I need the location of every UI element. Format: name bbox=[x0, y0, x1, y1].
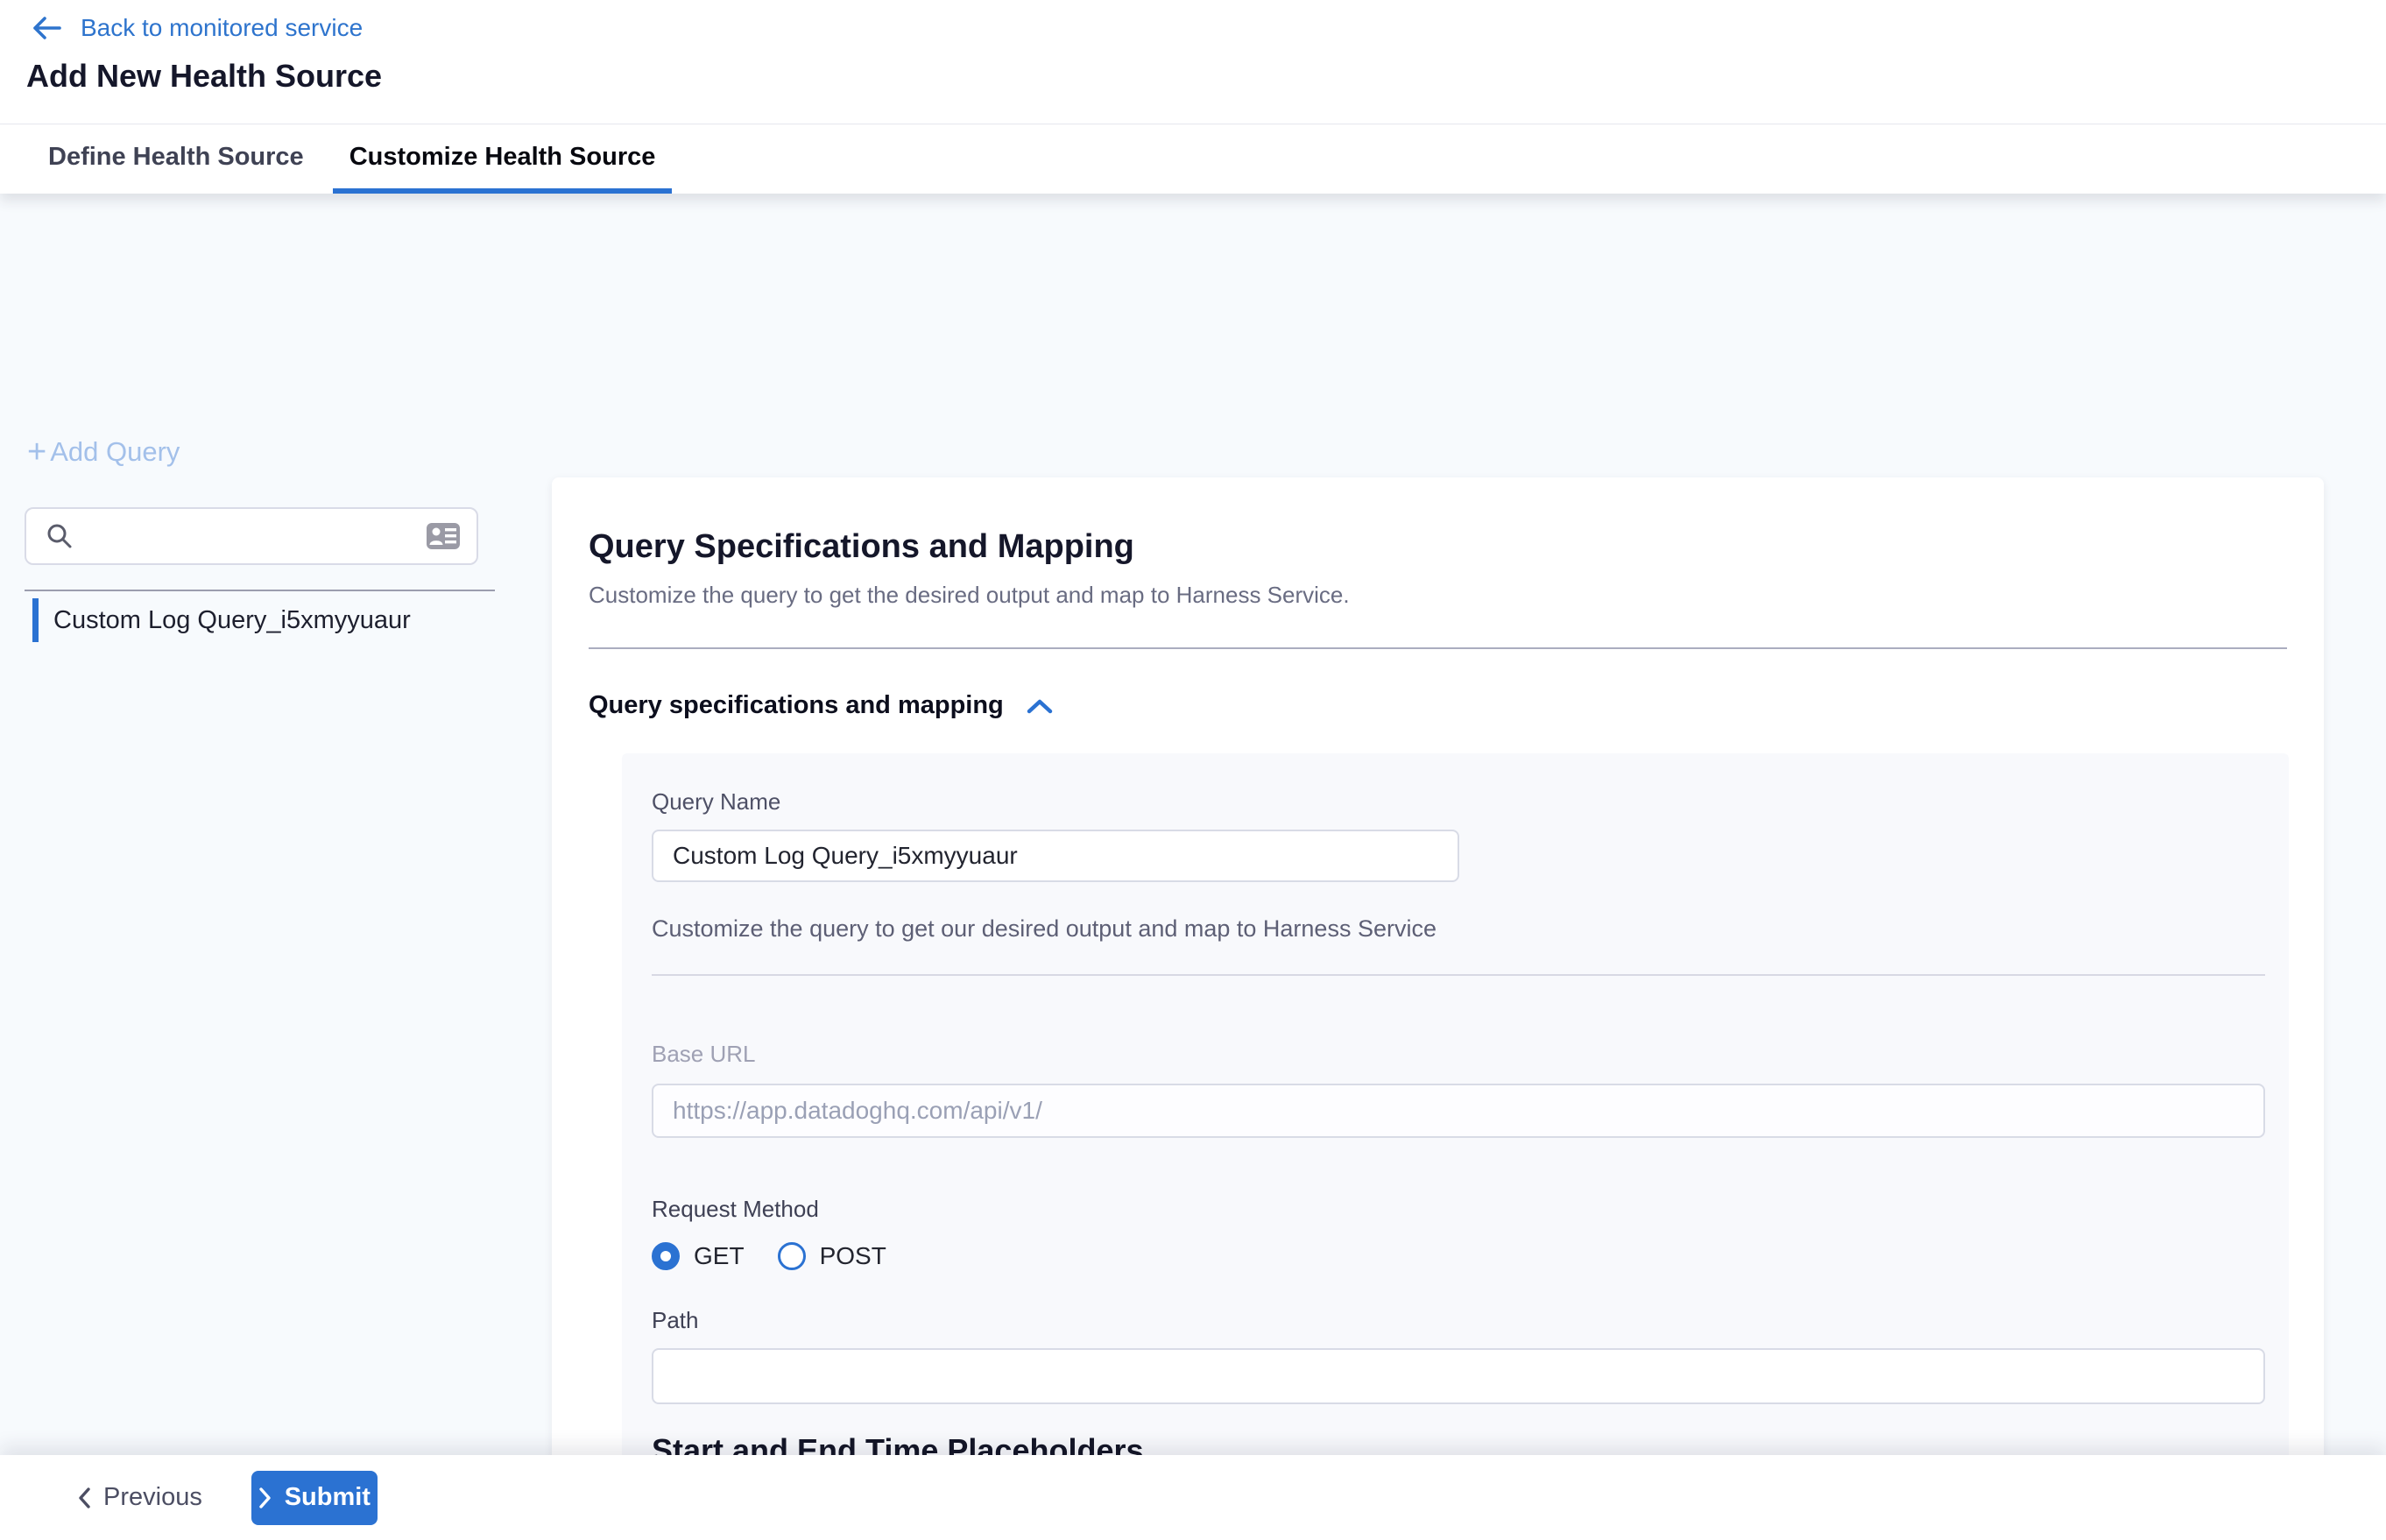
chevron-left-icon bbox=[77, 1487, 91, 1509]
card-header-divider bbox=[589, 647, 2287, 649]
submit-button-label: Submit bbox=[285, 1483, 371, 1512]
footer-action-bar: Previous Submit bbox=[0, 1455, 2386, 1540]
page-header: Back to monitored service Add New Health… bbox=[0, 0, 2386, 124]
tab-customize-health-source[interactable]: Customize Health Source bbox=[333, 125, 673, 194]
query-name-label: Query Name bbox=[652, 788, 2265, 816]
query-search-box bbox=[25, 507, 478, 565]
card-subtitle: Customize the query to get the desired o… bbox=[589, 582, 2287, 609]
card-header: Query Specifications and Mapping Customi… bbox=[552, 477, 2324, 649]
back-link-label: Back to monitored service bbox=[81, 14, 363, 42]
query-list-item-selected[interactable]: Custom Log Query_i5xmyyuaur bbox=[32, 598, 488, 642]
chevron-up-icon[interactable] bbox=[1027, 698, 1053, 714]
search-icon bbox=[46, 522, 74, 550]
radio-option-post[interactable]: POST bbox=[778, 1242, 886, 1270]
query-search-input[interactable] bbox=[88, 523, 426, 550]
card-title: Query Specifications and Mapping bbox=[589, 528, 2287, 566]
back-link[interactable]: Back to monitored service bbox=[32, 14, 363, 42]
query-name-input[interactable] bbox=[652, 830, 1459, 882]
chevron-right-icon bbox=[258, 1487, 272, 1509]
base-url-label: Base URL bbox=[652, 1041, 2265, 1068]
request-method-group: GET POST bbox=[652, 1242, 2265, 1270]
path-input[interactable] bbox=[652, 1348, 2265, 1404]
add-query-button[interactable]: + Add Query bbox=[27, 435, 180, 469]
request-method-label: Request Method bbox=[652, 1196, 2265, 1223]
query-form-panel: Query Name Customize the query to get ou… bbox=[622, 753, 2289, 1540]
tab-bar: Define Health Source Customize Health So… bbox=[0, 125, 2386, 194]
plus-icon: + bbox=[27, 435, 46, 469]
path-label: Path bbox=[652, 1307, 2265, 1334]
radio-get-selected[interactable] bbox=[652, 1242, 680, 1270]
add-query-label: Add Query bbox=[50, 436, 180, 468]
tab-define-health-source[interactable]: Define Health Source bbox=[32, 125, 321, 194]
section-heading: Query specifications and mapping bbox=[589, 691, 1004, 720]
query-name-helper-text: Customize the query to get our desired o… bbox=[652, 915, 2265, 943]
previous-button[interactable]: Previous bbox=[61, 1471, 218, 1525]
base-url-input[interactable] bbox=[652, 1084, 2265, 1138]
radio-get-label: GET bbox=[694, 1242, 745, 1270]
sidebar-divider bbox=[25, 590, 495, 591]
previous-button-label: Previous bbox=[103, 1483, 202, 1512]
page-title: Add New Health Source bbox=[26, 58, 382, 95]
radio-option-get[interactable]: GET bbox=[652, 1242, 745, 1270]
form-divider bbox=[652, 974, 2265, 976]
arrow-left-icon bbox=[32, 16, 61, 40]
radio-post-label: POST bbox=[820, 1242, 886, 1270]
contact-card-icon[interactable] bbox=[426, 521, 461, 551]
radio-post-unselected[interactable] bbox=[778, 1242, 806, 1270]
query-list-item-label: Custom Log Query_i5xmyyuaur bbox=[53, 606, 411, 635]
query-spec-card: Query Specifications and Mapping Customi… bbox=[552, 477, 2324, 1540]
submit-button[interactable]: Submit bbox=[251, 1471, 378, 1525]
content-area: + Add Query Custom Log Query_i5xmyyuaur … bbox=[0, 194, 2386, 1540]
